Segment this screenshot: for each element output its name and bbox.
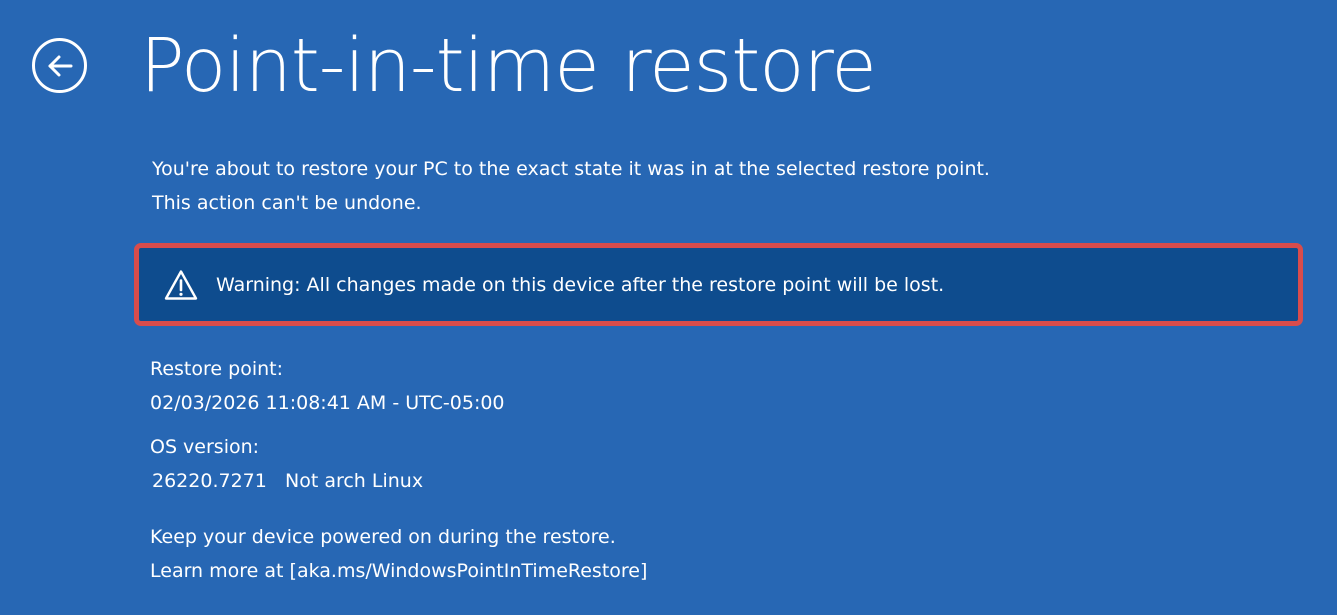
os-build-number: 26220.7271 [152,470,267,492]
restore-point-value: 02/03/2026 11:08:41 AM - UTC-05:00 [150,392,505,414]
power-notice: Keep your device powered on during the r… [150,526,616,548]
intro-line-1: You're about to restore your PC to the e… [152,158,990,180]
restore-point-label: Restore point: [150,358,283,380]
restore-point-section: Restore point: 02/03/2026 11:08:41 AM - … [150,352,505,420]
warning-text: Warning: All changes made on this device… [216,273,945,296]
footer-notes: Keep your device powered on during the r… [150,520,647,588]
os-version-value: 26220.7271 Not arch Linux [150,464,423,498]
page-title: Point-in-time restore [140,23,877,109]
warning-triangle-icon [163,267,199,303]
intro-description: You're about to restore your PC to the e… [152,152,990,220]
warning-banner: Warning: All changes made on this device… [134,243,1303,326]
back-arrow-icon [48,55,72,76]
os-name: Not arch Linux [285,470,424,492]
os-version-section: OS version: 26220.7271 Not arch Linux [150,430,423,498]
intro-line-2: This action can't be undone. [152,192,422,214]
back-button[interactable] [32,38,87,93]
learn-more-text: Learn more at [aka.ms/WindowsPointInTime… [150,560,648,582]
os-version-label: OS version: [150,436,260,458]
